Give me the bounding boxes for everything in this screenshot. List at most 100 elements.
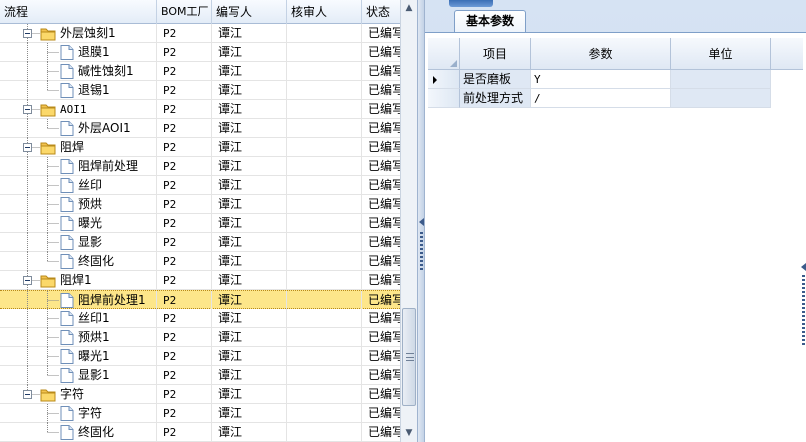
scrollbar-thumb[interactable] [402,308,416,406]
tree-cell-writer: 谭江 [212,24,287,43]
cell-parameter[interactable]: Y [531,70,671,89]
tree-row[interactable]: 退锡1 P2 谭江 已编写 [0,81,400,100]
tree-row[interactable]: 阻焊 P2 谭江 已编写 [0,138,400,157]
tab-basic-parameters[interactable]: 基本参数 [454,10,526,32]
minus-box-icon[interactable] [23,105,32,114]
parameter-row[interactable]: 前处理方式 / [428,89,803,108]
splitter-grip-icon [420,232,423,272]
tree-cell-reviewer [287,252,362,271]
tree-cell-status: 已编写 [368,178,400,192]
tree-row[interactable]: 外层蚀刻1 P2 谭江 已编写 [0,24,400,43]
document-icon [60,254,74,269]
tree-row[interactable]: 字符 P2 谭江 已编写 [0,385,400,404]
tree-cell-bom-factory: P2 [157,347,212,366]
collapse-left-icon[interactable] [419,218,424,226]
arrow-up-icon[interactable]: ▲ [401,0,417,17]
tree-node-label: 预烘 [78,197,103,211]
cell-item[interactable]: 前处理方式 [460,89,531,108]
tree-cell-bom-factory: P2 [157,423,212,442]
tree-row[interactable]: 显影 P2 谭江 已编写 [0,233,400,252]
tree-cell-process: 终固化 [0,423,157,442]
column-header-status[interactable]: 状态 [362,0,400,24]
tree-cell-writer: 谭江 [212,328,287,347]
minus-box-icon[interactable] [23,390,32,399]
tree-row[interactable]: 终固化 P2 谭江 已编写 [0,423,400,442]
tree-cell-writer: 谭江 [212,347,287,366]
tree-cell-bom-factory: P2 [157,157,212,176]
collapse-right-icon[interactable] [801,263,806,271]
tree-cell-process: 外层蚀刻1 [0,24,157,43]
tree-cell-writer: 谭江 [212,214,287,233]
tree-row[interactable]: 碱性蚀刻1 P2 谭江 已编写 [0,62,400,81]
tree-row[interactable]: 丝印 P2 谭江 已编写 [0,176,400,195]
cell-unit[interactable] [671,70,771,89]
tree-row[interactable]: AOI1 P2 谭江 已编写 [0,100,400,119]
tree-row[interactable]: 外层AOI1 P2 谭江 已编写 [0,119,400,138]
tree-cell-process: 阻焊 [0,138,157,157]
document-icon [60,330,74,345]
tree-cell-writer: 谭江 [212,366,287,385]
column-header-unit[interactable]: 单位 [671,38,771,70]
minus-box-icon[interactable] [23,29,32,38]
tree-cell-reviewer [287,271,362,290]
tree-row[interactable]: 预烘 P2 谭江 已编写 [0,195,400,214]
document-icon [60,159,74,174]
cell-unit[interactable] [671,89,771,108]
tree-row[interactable]: 阻焊1 P2 谭江 已编写 [0,271,400,290]
minus-box-icon[interactable] [23,143,32,152]
column-header-item[interactable]: 项目 [460,38,531,70]
tree-cell-status: 已编写 [368,159,400,173]
tree-body: 外层蚀刻1 P2 谭江 已编写 退膜1 P2 谭江 已编写 碱性蚀刻1 P2 谭江 已编写 退锡1 P2 谭… [0,24,400,442]
tree-row[interactable]: 字符 P2 谭江 已编写 [0,404,400,423]
tree-row[interactable]: 终固化 P2 谭江 已编写 [0,252,400,271]
tree-vertical-scrollbar[interactable]: ▲ ▼ [400,0,417,442]
column-header-reviewer[interactable]: 核审人 [287,0,362,24]
tree-cell-bom-factory: P2 [157,43,212,62]
panel-splitter[interactable] [417,0,425,442]
grid-corner[interactable] [428,38,460,70]
minus-box-icon[interactable] [23,276,32,285]
tree-row-selected[interactable]: 阻焊前处理1 P2 谭江 已编写 [0,290,400,310]
tree-cell-reviewer [287,195,362,214]
row-pointer-icon [433,76,437,84]
tree-cell-writer: 谭江 [212,157,287,176]
tree-row[interactable]: 曝光 P2 谭江 已编写 [0,214,400,233]
tree-cell-process: 外层AOI1 [0,119,157,138]
tree-cell-status: 已编写 [368,83,400,97]
tree-row[interactable]: 曝光1 P2 谭江 已编写 [0,347,400,366]
arrow-down-icon[interactable]: ▼ [401,425,417,442]
row-indicator[interactable] [428,70,460,89]
tree-row[interactable]: 阻焊前处理 P2 谭江 已编写 [0,157,400,176]
corner-triangle-icon [450,60,457,67]
column-header-bom-factory[interactable]: BOM工厂 [157,0,212,24]
cell-parameter[interactable]: / [531,89,671,108]
tree-cell-status: 已编写 [368,330,400,344]
document-icon [60,64,74,79]
row-indicator[interactable] [428,89,460,108]
parameter-panel: 基本参数 项目 参数 单位 是否磨板 Y 前处理方式 / [425,0,806,442]
tree-cell-process: 字符 [0,404,157,423]
tree-header: 流程 BOM工厂 编写人 核审人 状态 [0,0,400,24]
tree-row[interactable]: 退膜1 P2 谭江 已编写 [0,43,400,62]
tree-row[interactable]: 丝印1 P2 谭江 已编写 [0,309,400,328]
tree-cell-bom-factory: P2 [157,81,212,100]
tree-cell-writer: 谭江 [212,233,287,252]
column-header-writer[interactable]: 编写人 [212,0,287,24]
document-icon [60,368,74,383]
document-icon [60,349,74,364]
cell-item[interactable]: 是否磨板 [460,70,531,89]
tree-cell-process: 字符 [0,385,157,404]
folder-icon [40,104,56,117]
tree-node-label: 字符 [78,406,103,420]
column-header-parameter[interactable]: 参数 [531,38,671,70]
tree-cell-status: 已编写 [368,45,400,59]
tree-cell-bom-factory: P2 [157,233,212,252]
tree-row[interactable]: 显影1 P2 谭江 已编写 [0,366,400,385]
tree-cell-process: 显影 [0,233,157,252]
column-header-process[interactable]: 流程 [0,0,157,24]
tree-node-label: 曝光 [78,216,103,230]
tree-node-label: 退膜1 [78,45,110,59]
parameter-row[interactable]: 是否磨板 Y [428,70,803,89]
tree-node-label: 显影 [78,235,103,249]
tree-row[interactable]: 预烘1 P2 谭江 已编写 [0,328,400,347]
